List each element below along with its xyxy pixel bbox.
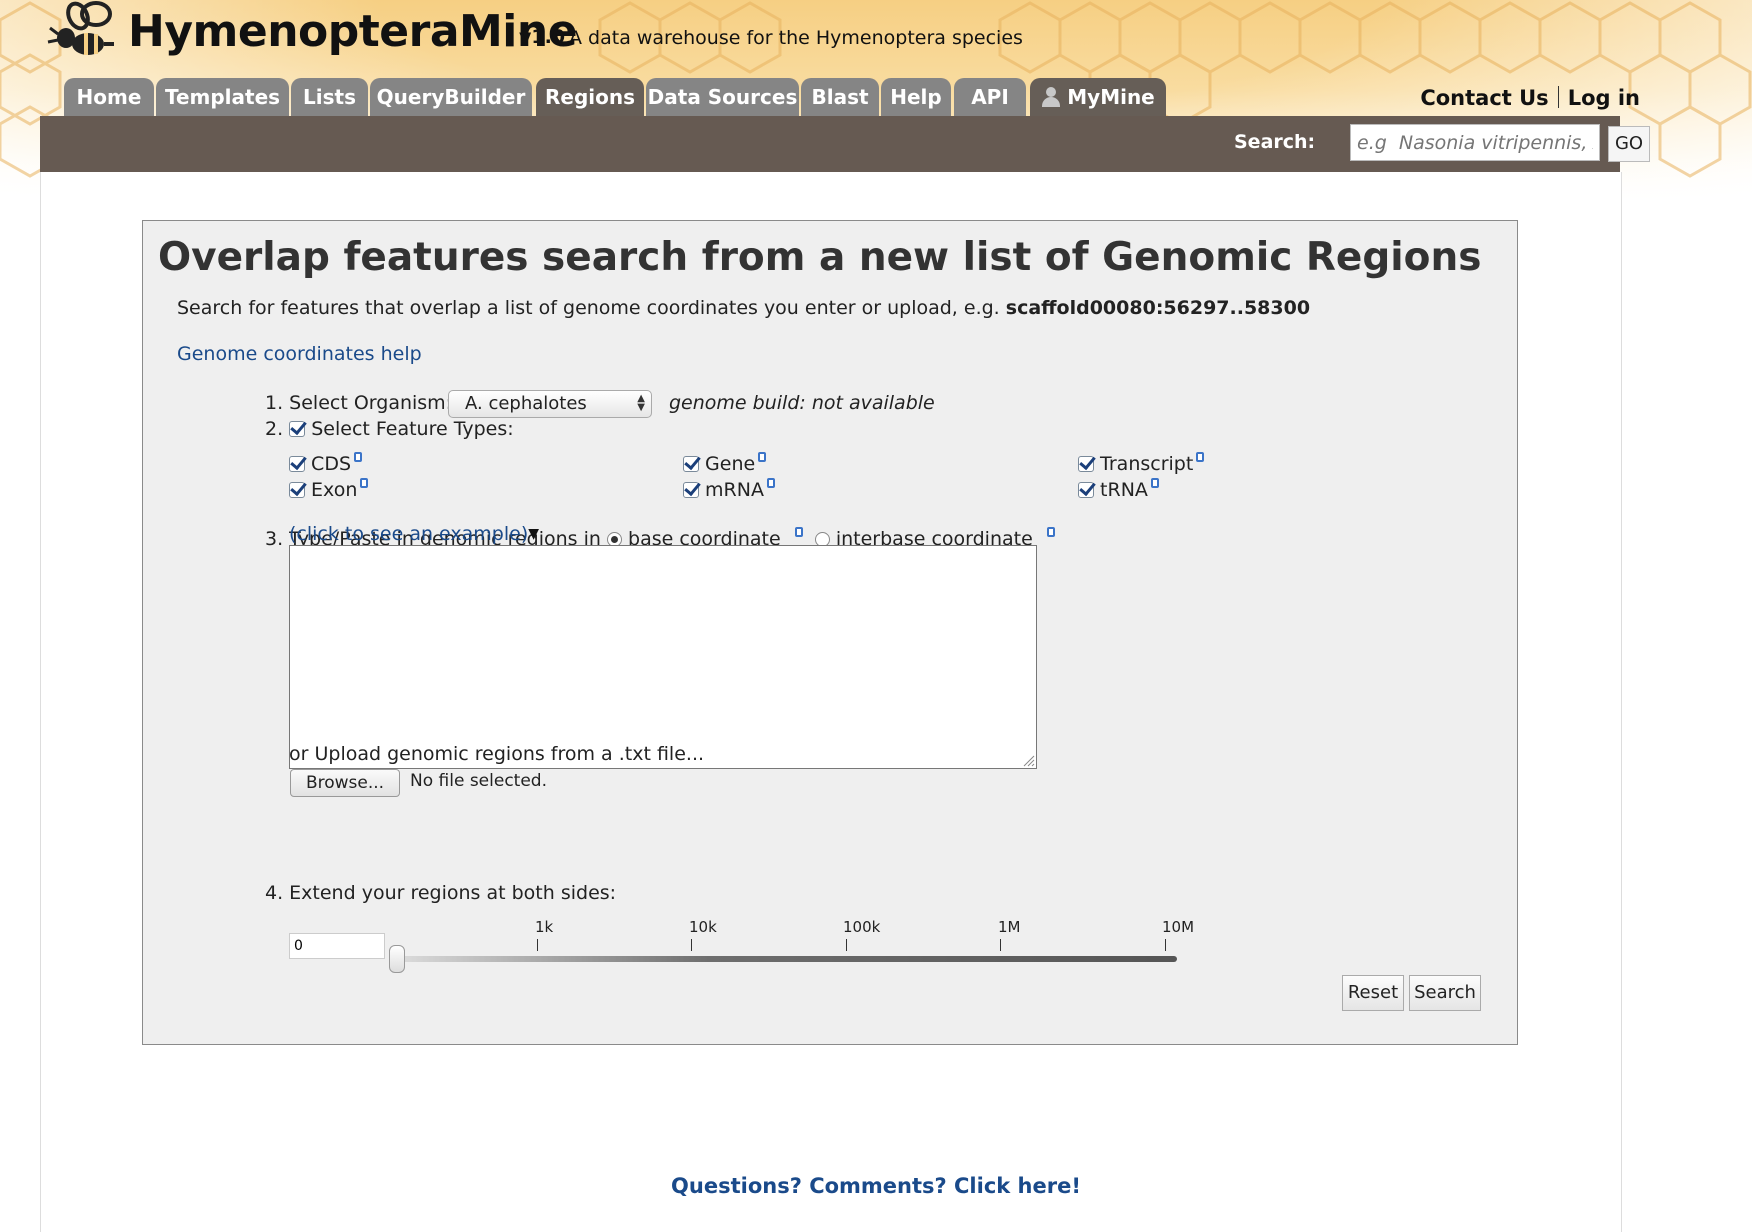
search-bar: Search: GO [40, 116, 1650, 172]
top-links: Contact Us Log in [1420, 86, 1640, 110]
app-version: v1.0 [519, 26, 566, 48]
feature-trna-checkbox[interactable] [1078, 482, 1094, 498]
search-input[interactable] [1350, 124, 1600, 161]
organism-select[interactable]: A. cephalotes ▲ ▼ [448, 390, 652, 418]
feature-cds-checkbox[interactable] [289, 456, 305, 472]
tab-help[interactable]: Help [881, 78, 951, 116]
page-title: Overlap features search from a new list … [158, 235, 1482, 280]
tab-home[interactable]: Home [64, 78, 154, 116]
user-icon [1041, 87, 1061, 107]
tab-mymine[interactable]: MyMine [1030, 78, 1166, 116]
resize-grip-icon[interactable] [1023, 755, 1035, 767]
genome-build-text: genome build: not available [669, 392, 935, 414]
search-go-button[interactable]: GO [1608, 126, 1650, 162]
slider-tick-mark [846, 939, 847, 951]
contact-us-link[interactable]: Contact Us [1420, 86, 1548, 110]
select-all-features-checkbox[interactable] [289, 421, 306, 437]
tab-blast[interactable]: Blast [801, 78, 879, 116]
example-link-label: (click to see an example) [289, 523, 529, 545]
show-example-link[interactable]: (click to see an example)▼ [289, 523, 539, 545]
slider-tick-mark [691, 939, 692, 951]
feature-mrna: mRNA [683, 478, 775, 501]
info-icon[interactable] [1046, 527, 1055, 537]
region-search-panel: Overlap features search from a new list … [142, 220, 1518, 1045]
step2-label: 2. [265, 418, 284, 440]
slider-tick-label: 100k [843, 918, 881, 936]
select-arrows-icon: ▲ ▼ [637, 393, 645, 413]
feature-cds: CDS [289, 452, 363, 475]
app-title[interactable]: HymenopteraMine [128, 6, 578, 57]
organism-selected-value: A. cephalotes [465, 393, 587, 414]
upload-label: or Upload genomic regions from a .txt fi… [289, 743, 705, 765]
feature-gene: Gene [683, 452, 767, 475]
extend-value-input[interactable] [289, 933, 385, 959]
step2-text: Select Feature Types: [311, 418, 514, 440]
slider-tick-mark [1165, 939, 1166, 951]
example-coordinate: scaffold00080:56297..58300 [1005, 297, 1311, 319]
info-icon[interactable] [766, 478, 775, 488]
slider-tick-label: 10k [689, 918, 717, 936]
bee-icon[interactable] [44, 0, 120, 64]
panel-description: Search for features that overlap a list … [177, 297, 1310, 319]
info-icon[interactable] [758, 452, 767, 462]
tab-mymine-label: MyMine [1067, 85, 1155, 109]
tab-querybuilder[interactable]: QueryBuilder [370, 78, 532, 116]
feature-trna-label: tRNA [1100, 479, 1148, 501]
tab-api[interactable]: API [954, 78, 1026, 116]
feature-gene-label: Gene [705, 453, 756, 475]
step4-label: 4. Extend your regions at both sides: [265, 882, 617, 904]
extend-slider-track[interactable] [397, 956, 1177, 962]
tab-data-sources[interactable]: Data Sources [646, 78, 799, 116]
app-tagline: A data warehouse for the Hymenoptera spe… [569, 27, 1023, 49]
feature-mrna-checkbox[interactable] [683, 482, 699, 498]
reset-button[interactable]: Reset [1342, 975, 1404, 1011]
feedback-link[interactable]: Questions? Comments? Click here! [0, 1174, 1752, 1198]
login-link[interactable]: Log in [1568, 86, 1640, 110]
slider-tick-mark [1000, 939, 1001, 951]
info-icon[interactable] [354, 452, 363, 462]
feature-mrna-label: mRNA [705, 479, 764, 501]
tab-regions[interactable]: Regions [536, 78, 644, 116]
feature-exon: Exon [289, 478, 369, 501]
genomic-regions-textarea[interactable] [289, 545, 1037, 769]
feature-gene-checkbox[interactable] [683, 456, 699, 472]
triangle-down-icon: ▼ [528, 526, 540, 542]
no-file-text: No file selected. [410, 771, 547, 791]
feature-transcript-label: Transcript [1100, 453, 1194, 475]
extend-slider-handle[interactable] [389, 945, 405, 973]
info-icon[interactable] [1150, 478, 1159, 488]
feature-exon-label: Exon [311, 479, 358, 501]
feature-transcript-checkbox[interactable] [1078, 456, 1094, 472]
info-icon[interactable] [1196, 452, 1205, 462]
tab-templates[interactable]: Templates [156, 78, 289, 116]
slider-tick-mark [537, 939, 538, 951]
slider-tick-label: 1k [535, 918, 554, 936]
browse-button[interactable]: Browse... [290, 769, 400, 797]
slider-tick-label: 1M [998, 918, 1021, 936]
info-icon[interactable] [794, 527, 803, 537]
genome-coordinates-help-link[interactable]: Genome coordinates help [177, 343, 422, 365]
tab-lists[interactable]: Lists [291, 78, 368, 116]
description-text: Search for features that overlap a list … [177, 297, 1000, 319]
feature-exon-checkbox[interactable] [289, 482, 305, 498]
search-button[interactable]: Search [1409, 975, 1481, 1011]
feature-cds-label: CDS [311, 453, 352, 475]
feature-transcript: Transcript [1078, 452, 1205, 475]
step2-row: 2. Select Feature Types: [265, 418, 514, 440]
search-label: Search: [1234, 131, 1316, 153]
slider-tick-label: 10M [1162, 918, 1195, 936]
divider [1557, 86, 1559, 108]
feature-trna: tRNA [1078, 478, 1159, 501]
step1-label: 1. Select Organism: [265, 392, 453, 414]
info-icon[interactable] [360, 478, 369, 488]
